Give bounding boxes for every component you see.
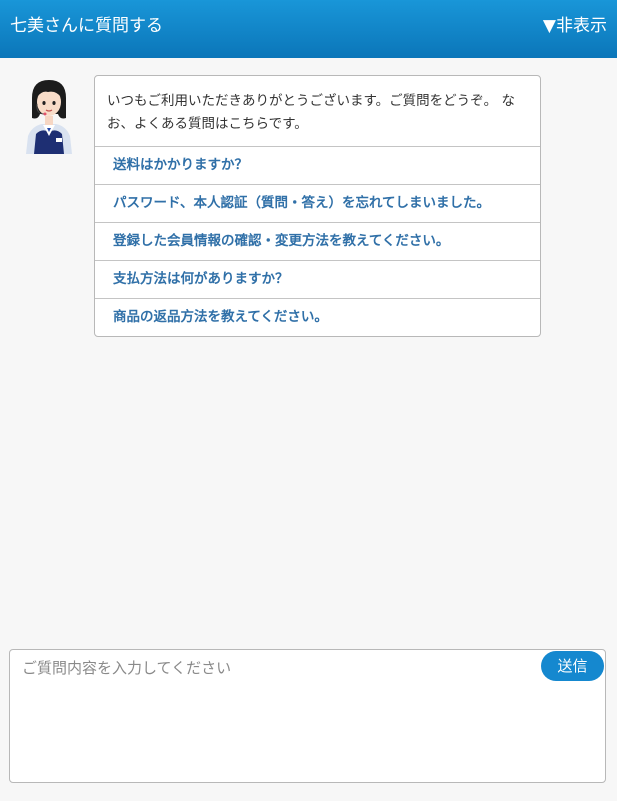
chat-bubble: いつもご利用いただきありがとうございます。ご質問をどうぞ。 なお、よくある質問は… [94, 75, 541, 337]
chat-header: 七美さんに質問する ▼非表示 [0, 0, 617, 58]
faq-link-shipping[interactable]: 送料はかかりますか？ [95, 146, 540, 184]
operator-avatar-icon [20, 76, 78, 154]
send-button[interactable]: 送信 [541, 651, 604, 681]
faq-link-member-info[interactable]: 登録した会員情報の確認・変更方法を教えてください。 [95, 222, 540, 260]
faq-link-payment[interactable]: 支払方法は何がありますか？ [95, 260, 540, 298]
faq-link-password[interactable]: パスワード、本人認証（質問・答え）を忘れてしまいました。 [95, 184, 540, 222]
faq-link-returns[interactable]: 商品の返品方法を教えてください。 [95, 298, 540, 336]
question-input-area: 送信 [9, 649, 606, 783]
question-input[interactable] [10, 650, 535, 780]
header-title: 七美さんに質問する [10, 16, 163, 36]
operator-message: いつもご利用いただきありがとうございます。ご質問をどうぞ。 なお、よくある質問は… [107, 93, 515, 132]
hide-toggle-button[interactable]: ▼非表示 [543, 15, 607, 37]
